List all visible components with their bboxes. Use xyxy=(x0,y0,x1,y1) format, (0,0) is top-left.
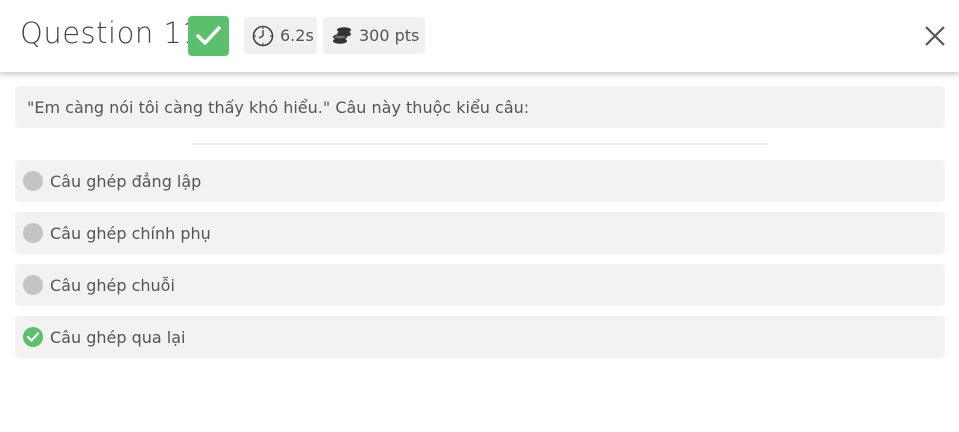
option-3[interactable]: Câu ghép chuỗi xyxy=(15,264,945,306)
close-button[interactable] xyxy=(922,22,948,50)
check-icon xyxy=(196,26,221,45)
question-text: "Em càng nói tôi càng thấy khó hiểu." Câ… xyxy=(27,97,530,117)
question-header: Question 11 6.2s 300 pts xyxy=(0,0,959,72)
points-chip: 300 pts xyxy=(323,17,425,54)
clock-icon xyxy=(252,25,274,47)
option-label: Câu ghép đẳng lập xyxy=(50,171,202,191)
question-text-box: "Em càng nói tôi càng thấy khó hiểu." Câ… xyxy=(15,86,945,128)
option-radio-icon xyxy=(23,223,43,243)
time-chip: 6.2s xyxy=(244,17,317,54)
correct-badge xyxy=(188,16,229,56)
coins-icon xyxy=(331,25,353,47)
option-label: Câu ghép chính phụ xyxy=(50,223,211,243)
option-4[interactable]: Câu ghép qua lại xyxy=(15,316,945,358)
option-2[interactable]: Câu ghép chính phụ xyxy=(15,212,945,254)
correct-check-icon xyxy=(23,327,43,347)
option-radio-icon xyxy=(23,171,43,191)
points-value: 300 pts xyxy=(359,26,420,45)
option-label: Câu ghép qua lại xyxy=(50,327,186,347)
option-radio-icon xyxy=(23,275,43,295)
question-title: Question 11 xyxy=(20,16,202,50)
close-icon[interactable] xyxy=(922,22,948,50)
time-value: 6.2s xyxy=(280,26,314,45)
divider xyxy=(192,143,768,145)
option-1[interactable]: Câu ghép đẳng lập xyxy=(15,160,945,202)
option-label: Câu ghép chuỗi xyxy=(50,275,175,295)
